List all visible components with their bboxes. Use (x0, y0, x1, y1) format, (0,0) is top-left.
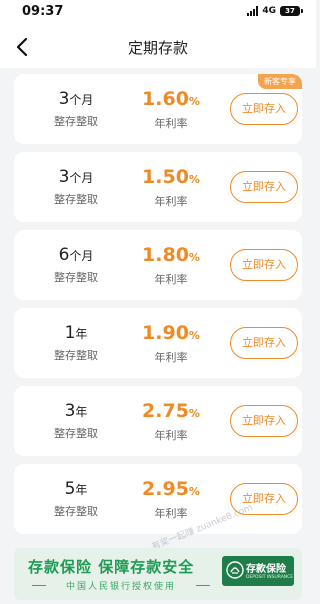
deposit-now-button[interactable]: 立即存入 (230, 327, 298, 359)
term-value: 3 (58, 167, 70, 187)
term-type: 整存整取 (54, 349, 98, 362)
status-time: 09:37 (22, 4, 64, 19)
term-value: 1 (64, 323, 76, 343)
interest-rate: 1.80% (132, 245, 210, 268)
rate-label: 年利率 (154, 429, 188, 442)
rate-label: 年利率 (154, 273, 188, 286)
term-unit: 年 (75, 483, 88, 497)
signal-icon (247, 6, 259, 16)
term-type: 整存整取 (54, 193, 98, 206)
deposit-now-button[interactable]: 立即存入 (230, 171, 298, 203)
rate-value: 1.60 (142, 88, 189, 110)
term-unit: 年 (75, 405, 88, 419)
rate-value: 1.90 (142, 322, 189, 344)
network-type: 4G (262, 6, 276, 16)
rate: 1.60% 年利率 (132, 89, 210, 131)
deposit-product-card: 3个月 整存整取 1.50% 年利率 立即存入 (14, 152, 302, 222)
term-length: 3个月 (44, 89, 108, 110)
rate-label: 年利率 (154, 195, 188, 208)
badge-title: 存款保险 (246, 564, 286, 575)
deposit-now-button[interactable]: 立即存入 (230, 483, 298, 515)
term-value: 6 (58, 245, 70, 265)
rate-value: 1.50 (142, 166, 189, 188)
battery-icon: 37 (280, 6, 303, 16)
interest-rate: 1.50% (132, 167, 210, 190)
deposit-now-button[interactable]: 立即存入 (230, 405, 298, 437)
term-unit: 年 (75, 327, 88, 341)
deposit-insurance-logo-icon (226, 561, 244, 579)
term: 5年 整存整取 (44, 479, 108, 519)
rate-unit: % (188, 251, 200, 264)
deposit-product-card: 5年 整存整取 2.95% 年利率 立即存入 (14, 464, 302, 534)
rate: 1.80% 年利率 (132, 245, 210, 287)
deposit-product-card: 6个月 整存整取 1.80% 年利率 立即存入 (14, 230, 302, 300)
rate: 1.50% 年利率 (132, 167, 210, 209)
deposit-product-card: 3个月 整存整取 1.60% 年利率 立即存入 新客专享 (14, 74, 302, 144)
banner-title: 存款保险 保障存款安全 (28, 558, 195, 576)
page-title: 定期存款 (127, 39, 188, 57)
term-type: 整存整取 (54, 427, 98, 440)
rate-label: 年利率 (154, 507, 188, 520)
interest-rate: 1.60% (132, 89, 210, 112)
term-type: 整存整取 (54, 271, 98, 284)
term-length: 1年 (44, 323, 108, 344)
deposit-insurance-badge: 存款保险 DEPOSIT INSURANCE (222, 556, 294, 586)
term-value: 5 (64, 479, 76, 499)
term-value: 3 (58, 89, 70, 109)
badge-subtitle: DEPOSIT INSURANCE (246, 575, 294, 580)
term-value: 3 (64, 401, 76, 421)
interest-rate: 2.95% (132, 479, 210, 502)
deposit-now-button[interactable]: 立即存入 (230, 93, 298, 125)
rate-label: 年利率 (154, 117, 188, 130)
term: 3年 整存整取 (44, 401, 108, 441)
rate-unit: % (188, 485, 200, 498)
term-type: 整存整取 (54, 115, 98, 128)
term: 6个月 整存整取 (44, 245, 108, 285)
rate: 2.95% 年利率 (132, 479, 210, 521)
rate-label: 年利率 (154, 351, 188, 364)
term: 1年 整存整取 (44, 323, 108, 363)
interest-rate: 2.75% (132, 401, 210, 424)
term-length: 3个月 (44, 167, 108, 188)
rate-value: 1.80 (142, 244, 189, 266)
rate-unit: % (188, 407, 200, 420)
deposit-now-button[interactable]: 立即存入 (230, 249, 298, 281)
new-customer-tag: 新客专享 (258, 74, 302, 89)
term-length: 6个月 (44, 245, 108, 266)
banner-subtitle: 中国人民银行授权使用 (32, 579, 210, 592)
rate-unit: % (188, 173, 200, 186)
term-unit: 个月 (69, 171, 94, 185)
deposit-product-list: 3个月 整存整取 1.60% 年利率 立即存入 新客专享 3个月 整存整取 1.… (14, 74, 302, 542)
term: 3个月 整存整取 (44, 167, 108, 207)
term-length: 5年 (44, 479, 108, 500)
rate: 1.90% 年利率 (132, 323, 210, 365)
rate-value: 2.75 (142, 400, 189, 422)
nav-bar: 定期存款 (0, 26, 316, 68)
rate-value: 2.95 (142, 478, 189, 500)
interest-rate: 1.90% (132, 323, 210, 346)
deposit-product-card: 1年 整存整取 1.90% 年利率 立即存入 (14, 308, 302, 378)
rate-unit: % (188, 95, 200, 108)
status-bar: 09:37 4G 37 (0, 0, 316, 26)
deposit-product-card: 3年 整存整取 2.75% 年利率 立即存入 (14, 386, 302, 456)
rate: 2.75% 年利率 (132, 401, 210, 443)
term-length: 3年 (44, 401, 108, 422)
term: 3个月 整存整取 (44, 89, 108, 129)
status-indicators: 4G 37 (247, 6, 303, 16)
rate-unit: % (188, 329, 200, 342)
term-type: 整存整取 (54, 505, 98, 518)
term-unit: 个月 (69, 93, 94, 107)
term-unit: 个月 (69, 249, 94, 263)
deposit-insurance-banner[interactable]: 存款保险 保障存款安全 中国人民银行授权使用 存款保险 DEPOSIT INSU… (14, 548, 302, 600)
